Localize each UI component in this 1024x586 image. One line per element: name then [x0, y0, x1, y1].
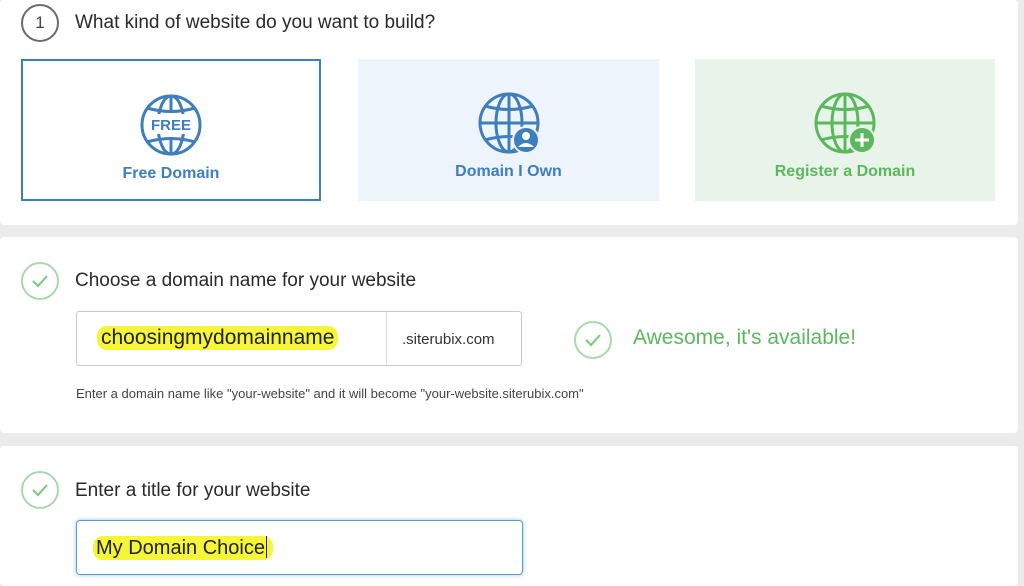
register-domain-option[interactable]: Register a Domain	[695, 59, 995, 201]
website-title-value[interactable]: My Domain Choice	[93, 536, 273, 560]
domain-suffix: .siterubix.com	[402, 331, 495, 348]
free-domain-option[interactable]: FREE Free Domain	[21, 59, 321, 201]
domain-hint: Enter a domain name like "your-website" …	[76, 386, 584, 401]
globe-free-icon: FREE	[140, 94, 202, 156]
website-type-section: 1 What kind of website do you want to bu…	[0, 0, 1018, 225]
step3-check-icon	[21, 471, 59, 509]
step-number-badge: 1	[21, 4, 59, 42]
available-check-icon	[574, 321, 612, 359]
domain-name-value[interactable]: choosingmydomainname	[97, 326, 339, 350]
step-number: 1	[35, 13, 45, 32]
step3-title: Enter a title for your website	[75, 480, 311, 501]
domain-i-own-option[interactable]: Domain I Own	[358, 59, 659, 201]
step2-title: Choose a domain name for your website	[75, 270, 417, 291]
domain-name-input[interactable]: choosingmydomainname .siterubix.com	[76, 311, 522, 366]
register-domain-label: Register a Domain	[774, 163, 916, 180]
suffix-divider	[386, 312, 387, 365]
website-title-input[interactable]: My Domain Choice	[76, 520, 523, 575]
step2-check-icon	[21, 262, 59, 300]
text-caret	[265, 536, 267, 558]
domain-i-own-label: Domain I Own	[455, 163, 562, 180]
step1-title: What kind of website do you want to buil…	[75, 12, 436, 33]
availability-message: Awesome, it's available!	[633, 326, 857, 349]
free-domain-label: Free Domain	[122, 165, 220, 182]
globe-user-icon	[478, 92, 540, 154]
free-badge-text: FREE	[151, 117, 191, 134]
globe-plus-icon	[814, 92, 876, 154]
website-title-text: My Domain Choice	[96, 537, 265, 559]
